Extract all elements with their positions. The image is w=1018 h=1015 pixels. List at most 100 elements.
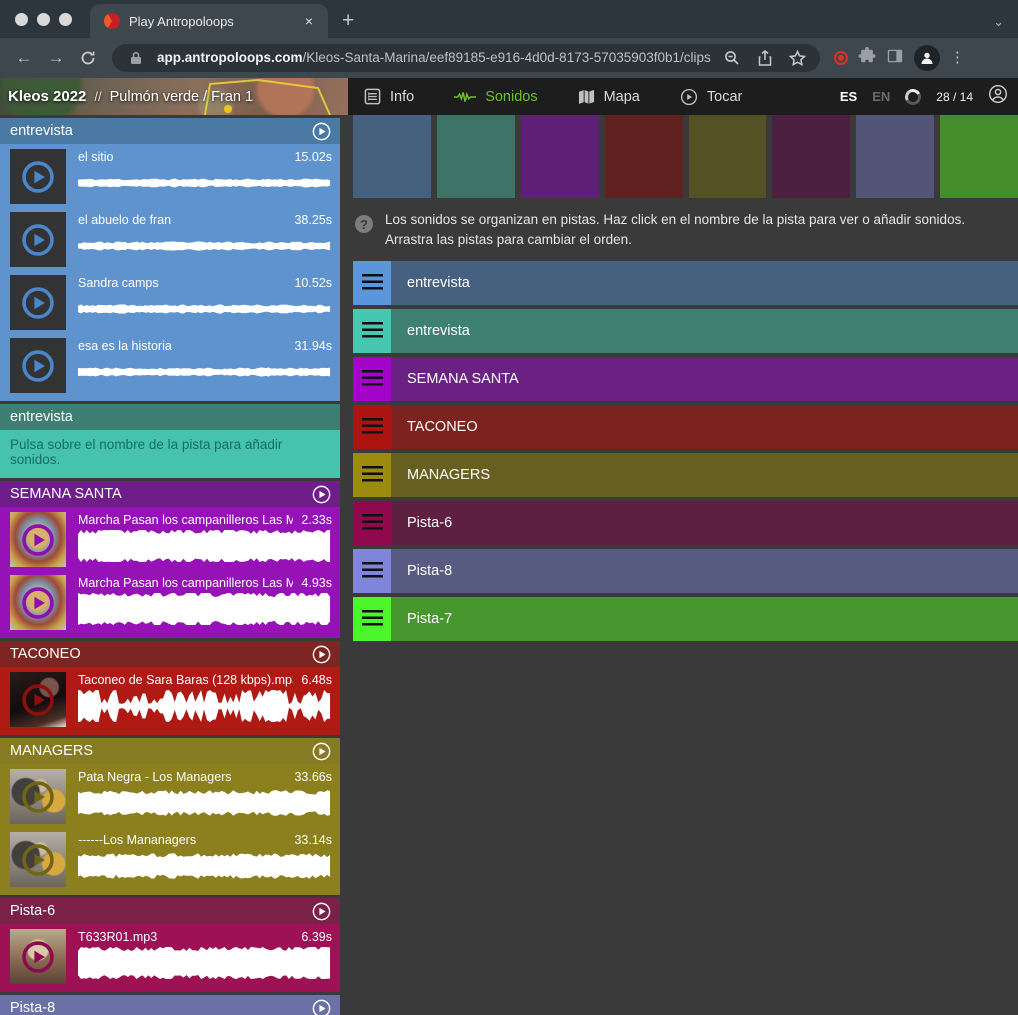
track-name[interactable]: Pista-6 xyxy=(10,903,311,919)
track-row[interactable]: SEMANA SANTA xyxy=(353,357,1018,401)
account-icon[interactable] xyxy=(988,84,1008,109)
track-name[interactable]: TACONEO xyxy=(10,646,311,662)
track-row[interactable]: Pista-8 xyxy=(353,549,1018,593)
track-play-icon[interactable] xyxy=(311,121,332,142)
zoom-out-icon[interactable] xyxy=(720,47,744,69)
clip-play-button[interactable] xyxy=(20,348,56,384)
browser-menu-icon[interactable]: ⋮ xyxy=(950,56,964,60)
clip-row[interactable]: Taconeo de Sara Baras (128 kbps).mp36.48… xyxy=(10,672,332,727)
drag-handle[interactable] xyxy=(353,309,391,353)
track-row[interactable]: MANAGERS xyxy=(353,453,1018,497)
language-es-button[interactable]: ES xyxy=(840,89,857,104)
track-name[interactable]: MANAGERS xyxy=(10,743,311,759)
window-close-button[interactable] xyxy=(15,13,28,26)
tab-info[interactable]: Info xyxy=(364,88,414,105)
bookmark-star-icon[interactable] xyxy=(786,47,810,69)
clip-row[interactable]: Marcha Pasan los campanilleros Las Mejor… xyxy=(10,512,332,567)
track-row[interactable]: entrevista xyxy=(353,261,1018,305)
share-icon[interactable] xyxy=(753,47,777,69)
clip-play-button[interactable] xyxy=(20,522,56,558)
track-row-name[interactable]: Pista-7 xyxy=(391,597,1018,641)
track-row[interactable]: Pista-6 xyxy=(353,501,1018,545)
clip-row[interactable]: el sitio15.02s xyxy=(10,149,332,204)
browser-tab[interactable]: Play Antropoloops × xyxy=(90,4,328,38)
reload-button[interactable] xyxy=(74,44,102,72)
track-play-icon[interactable] xyxy=(311,901,332,922)
track-play-icon[interactable] xyxy=(311,644,332,665)
clip-play-button[interactable] xyxy=(20,585,56,621)
remix-cover-image[interactable]: Kleos 2022 // Pulmón verde / Fran 1 xyxy=(0,78,348,115)
drag-handle[interactable] xyxy=(353,405,391,449)
track-row[interactable]: Pista-7 xyxy=(353,597,1018,641)
track-header[interactable]: entrevista xyxy=(0,118,340,144)
clip-play-button[interactable] xyxy=(20,285,56,321)
track-row-name[interactable]: SEMANA SANTA xyxy=(391,357,1018,401)
track-name[interactable]: entrevista xyxy=(10,123,311,139)
track-row-name[interactable]: Pista-8 xyxy=(391,549,1018,593)
url-bar[interactable]: app.antropoloops.com/Kleos-Santa-Marina/… xyxy=(112,44,820,72)
window-minimize-button[interactable] xyxy=(37,13,50,26)
drag-handle[interactable] xyxy=(353,453,391,497)
track-header[interactable]: Pista-6 xyxy=(0,898,340,924)
drag-handle[interactable] xyxy=(353,549,391,593)
app-header: Kleos 2022 // Pulmón verde / Fran 1 Info… xyxy=(0,78,1018,115)
track-row-name[interactable]: TACONEO xyxy=(391,405,1018,449)
drag-handle[interactable] xyxy=(353,357,391,401)
track-row[interactable]: TACONEO xyxy=(353,405,1018,449)
track-play-icon[interactable] xyxy=(311,484,332,505)
clip-play-button[interactable] xyxy=(20,842,56,878)
project-title[interactable]: Kleos 2022 xyxy=(8,88,86,105)
clip-row[interactable]: T633R01.mp36.39s xyxy=(10,929,332,984)
new-tab-button[interactable]: + xyxy=(342,9,354,33)
track-name[interactable]: entrevista xyxy=(10,409,332,425)
track-play-icon[interactable] xyxy=(311,998,332,1015)
back-button[interactable]: ← xyxy=(10,44,38,72)
sidebar-track-section: SEMANA SANTA Marcha Pasan los campaniller… xyxy=(0,481,340,638)
clip-play-button[interactable] xyxy=(20,779,56,815)
language-en-button[interactable]: EN xyxy=(872,89,890,104)
track-row-name[interactable]: MANAGERS xyxy=(391,453,1018,497)
clip-row[interactable]: ------Los Mananagers33.14s xyxy=(10,832,332,887)
track-header[interactable]: MANAGERS xyxy=(0,738,340,764)
clip-play-button[interactable] xyxy=(20,159,56,195)
clip-row[interactable]: Pata Negra - Los Managers33.66s xyxy=(10,769,332,824)
recording-extension-icon[interactable] xyxy=(834,51,848,65)
clip-row[interactable]: esa es la historia31.94s xyxy=(10,338,332,393)
clip-play-button[interactable] xyxy=(20,682,56,718)
extensions-puzzle-icon[interactable] xyxy=(858,47,876,70)
drag-handle[interactable] xyxy=(353,597,391,641)
window-zoom-button[interactable] xyxy=(59,13,72,26)
drag-handle[interactable] xyxy=(353,501,391,545)
track-row-name[interactable]: Pista-6 xyxy=(391,501,1018,545)
clip-play-button[interactable] xyxy=(20,222,56,258)
track-header[interactable]: entrevista xyxy=(0,404,340,430)
track-header[interactable]: TACONEO xyxy=(0,641,340,667)
track-header[interactable]: SEMANA SANTA xyxy=(0,481,340,507)
clip-row[interactable]: el abuelo de fran38.25s xyxy=(10,212,332,267)
track-name[interactable]: Pista-8 xyxy=(10,1000,311,1015)
browser-profile-avatar[interactable] xyxy=(914,45,940,71)
tab-search-chevron-icon[interactable]: ⌄ xyxy=(993,14,1004,30)
tab-mapa[interactable]: Mapa xyxy=(578,89,640,105)
track-header[interactable]: Pista-8 xyxy=(0,995,340,1015)
track-row-name[interactable]: entrevista xyxy=(391,261,1018,305)
clip-row[interactable]: Sandra camps10.52s xyxy=(10,275,332,330)
side-panel-icon[interactable] xyxy=(886,47,904,70)
track-play-icon[interactable] xyxy=(311,741,332,762)
tab-close-icon[interactable]: × xyxy=(300,13,318,29)
remix-title[interactable]: Pulmón verde / Fran 1 xyxy=(110,89,253,105)
track-name[interactable]: SEMANA SANTA xyxy=(10,486,311,502)
clip-play-button[interactable] xyxy=(20,939,56,975)
clip-waveform xyxy=(78,292,332,326)
tab-tocar[interactable]: Tocar xyxy=(680,88,742,106)
track-row-name[interactable]: entrevista xyxy=(391,309,1018,353)
clip-row[interactable]: Marcha Pasan los campanilleros Las Mejor… xyxy=(10,575,332,630)
drag-handle[interactable] xyxy=(353,261,391,305)
clip-info: Marcha Pasan los campanilleros Las Mejor… xyxy=(66,575,332,630)
lock-icon[interactable] xyxy=(124,47,148,69)
clip-duration: 6.48s xyxy=(301,673,332,687)
clip-info: Marcha Pasan los campanilleros Las Mejor… xyxy=(66,512,332,567)
tab-sonidos[interactable]: Sonidos xyxy=(454,89,537,105)
track-row[interactable]: entrevista xyxy=(353,309,1018,353)
forward-button[interactable]: → xyxy=(42,44,70,72)
